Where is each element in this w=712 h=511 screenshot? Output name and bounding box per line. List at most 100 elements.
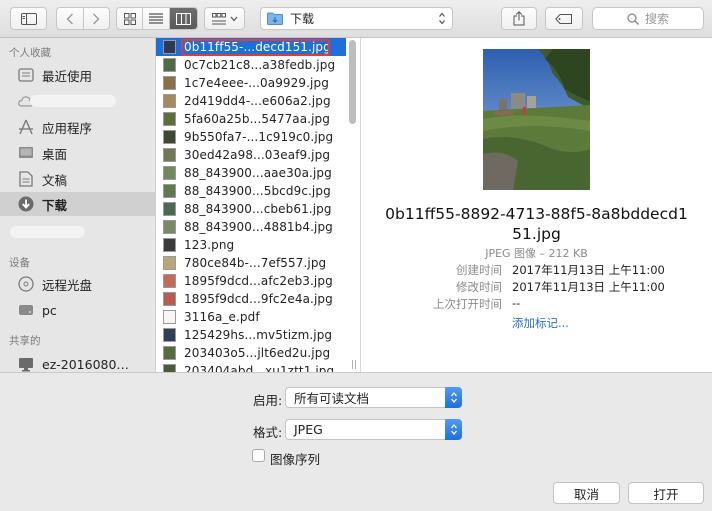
sidebar-item-documents[interactable]: 文稿 [0,167,155,191]
sidebar-item-applications[interactable]: 应用程序 [0,115,155,139]
file-name: 88_843900...cbeb61.jpg [184,202,332,216]
file-name: 1c7e4eee-...0a9929.jpg [184,76,329,90]
file-row[interactable]: 0b11ff55-...decd151.jpg [156,38,346,56]
disc-icon [16,275,36,293]
info-row-last-opened: 上次打开时间 -- [361,296,712,313]
file-name: 3116a_e.pdf [184,310,260,324]
column-scrollbar[interactable] [349,40,356,124]
image-thumbnail-icon [163,364,176,372]
file-row[interactable]: 88_843900...4881b4.jpg [156,218,346,236]
share-button[interactable] [501,7,537,30]
file-row[interactable]: 1895f9dcd...9fc2e4a.jpg [156,290,346,308]
file-row[interactable]: 88_843900...aae30a.jpg [156,164,346,182]
recents-icon [16,66,36,84]
location-label: 下载 [290,12,315,26]
info-value: 2017年11月13日 上午11:00 [512,280,665,294]
column-view-button[interactable] [169,8,197,29]
info-row-modified: 修改时间 2017年11月13日 上午11:00 [361,279,712,296]
info-key: 修改时间 [456,280,502,294]
cancel-button[interactable]: 取消 [553,482,620,504]
list-view-button[interactable] [143,8,170,29]
format-popup[interactable]: JPEG [285,419,462,440]
icon-view-icon [123,12,136,25]
preview-filename-line1: 0b11ff55-8892-4713-88f5-8a8bddecd1 [385,205,688,223]
sidebar-item-label: 应用程序 [42,120,93,136]
preview-image [483,49,590,190]
pdf-file-icon [163,310,176,324]
file-row[interactable]: 203403o5...jlt6ed2u.jpg [156,344,346,362]
sidebar-item-label: ez-2016080… [42,356,129,372]
icon-view-button[interactable] [117,8,144,29]
applications-icon [16,118,36,136]
sidebar-item-label: 文稿 [42,172,68,188]
back-button[interactable] [57,8,84,29]
devices-header: 设备 [9,257,30,269]
monitor-icon [16,355,36,372]
sidebar-item-shared-computer[interactable]: ez-2016080… [0,352,155,372]
file-row[interactable]: 125429hs...mv5tizm.jpg [156,326,346,344]
file-row[interactable]: 5fa60a25b...5477aa.jpg [156,110,346,128]
favorites-header: 个人收藏 [9,47,51,59]
image-thumbnail-icon [163,58,176,72]
file-row[interactable]: 2d419dd4-...e606a2.jpg [156,92,346,110]
image-sequence-checkbox[interactable] [252,449,265,462]
sidebar-icon [20,12,37,25]
info-key: 创建时间 [456,263,502,277]
forward-button[interactable] [84,8,110,29]
file-name: 125429hs...mv5tizm.jpg [184,328,333,342]
enable-popup[interactable]: 所有可读文档 [285,387,462,408]
image-thumbnail-icon [163,76,176,90]
image-thumbnail-icon [163,346,176,360]
location-popup[interactable]: 下载 [260,7,453,30]
image-thumbnail-icon [163,94,176,108]
column-resize-handle[interactable]: || [351,360,357,370]
tag-button[interactable] [545,7,583,30]
highlight-box [181,39,330,56]
sidebar-item-desktop[interactable]: 桌面 [0,141,155,165]
file-row[interactable]: 780ce84b-...7ef557.jpg [156,254,346,272]
file-name: 30ed42a98...03eaf9.jpg [184,148,331,162]
file-row[interactable]: 88_843900...cbeb61.jpg [156,200,346,218]
file-row[interactable]: 9b550fa7-...1c919c0.jpg [156,128,346,146]
file-name: 5fa60a25b...5477aa.jpg [184,112,330,126]
sidebar-item-remote-disc[interactable]: 远程光盘 [0,272,155,296]
tag-icon [555,13,572,24]
image-thumbnail-icon [163,274,176,288]
file-row[interactable]: 30ed42a98...03eaf9.jpg [156,146,346,164]
sidebar-item-downloads[interactable]: 下载 [0,192,155,216]
file-row[interactable]: 203404abd...xu1ztt1.jpg [156,362,346,372]
image-thumbnail-icon [163,148,176,162]
file-name: 88_843900...4881b4.jpg [184,220,333,234]
file-row[interactable]: 1c7e4eee-...0a9929.jpg [156,74,346,92]
info-row-created: 创建时间 2017年11月13日 上午11:00 [361,262,712,279]
enable-label: 启用: [253,393,283,408]
open-button[interactable]: 打开 [628,482,704,504]
sidebar-toggle-button[interactable] [10,7,47,30]
search-icon [627,12,639,25]
file-row[interactable]: 88_843900...5bcd9c.jpg [156,182,346,200]
sidebar-item-pc[interactable]: pc [0,298,155,322]
search-field[interactable]: 搜索 [592,7,704,30]
sidebar-item-cloud[interactable] [0,89,155,113]
image-thumbnail-icon [163,184,176,198]
sidebar-item-label: 桌面 [42,146,68,162]
info-value: -- [512,296,521,310]
sidebar-item-label: 最近使用 [42,68,93,84]
group-button[interactable] [204,7,245,30]
preview-kind-size: JPEG 图像 – 212 KB [485,247,588,260]
add-tags-link[interactable]: 添加标记... [512,315,569,331]
options-panel: 启用: 所有可读文档 格式: JPEG 图像序列 取消 打开 [0,372,712,511]
file-row[interactable]: 0c7cb21c8...a38fedb.jpg [156,56,346,74]
sidebar-item-recents[interactable]: 最近使用 [0,63,155,87]
file-name: 1895f9dcd...afc2eb3.jpg [184,274,333,288]
grid-group-icon [211,12,226,24]
file-row[interactable]: 3116a_e.pdf [156,308,346,326]
drive-icon [16,301,36,319]
share-icon [513,11,525,26]
sidebar-item-label: 远程光盘 [42,277,93,293]
file-column: 0b11ff55-...decd151.jpg 0c7cb21c8...a38fe… [156,38,361,372]
file-row[interactable]: 1895f9dcd...afc2eb3.jpg [156,272,346,290]
file-name: 9b550fa7-...1c919c0.jpg [184,130,334,144]
file-row[interactable]: 123.png [156,236,346,254]
updown-arrows-icon [439,12,445,25]
